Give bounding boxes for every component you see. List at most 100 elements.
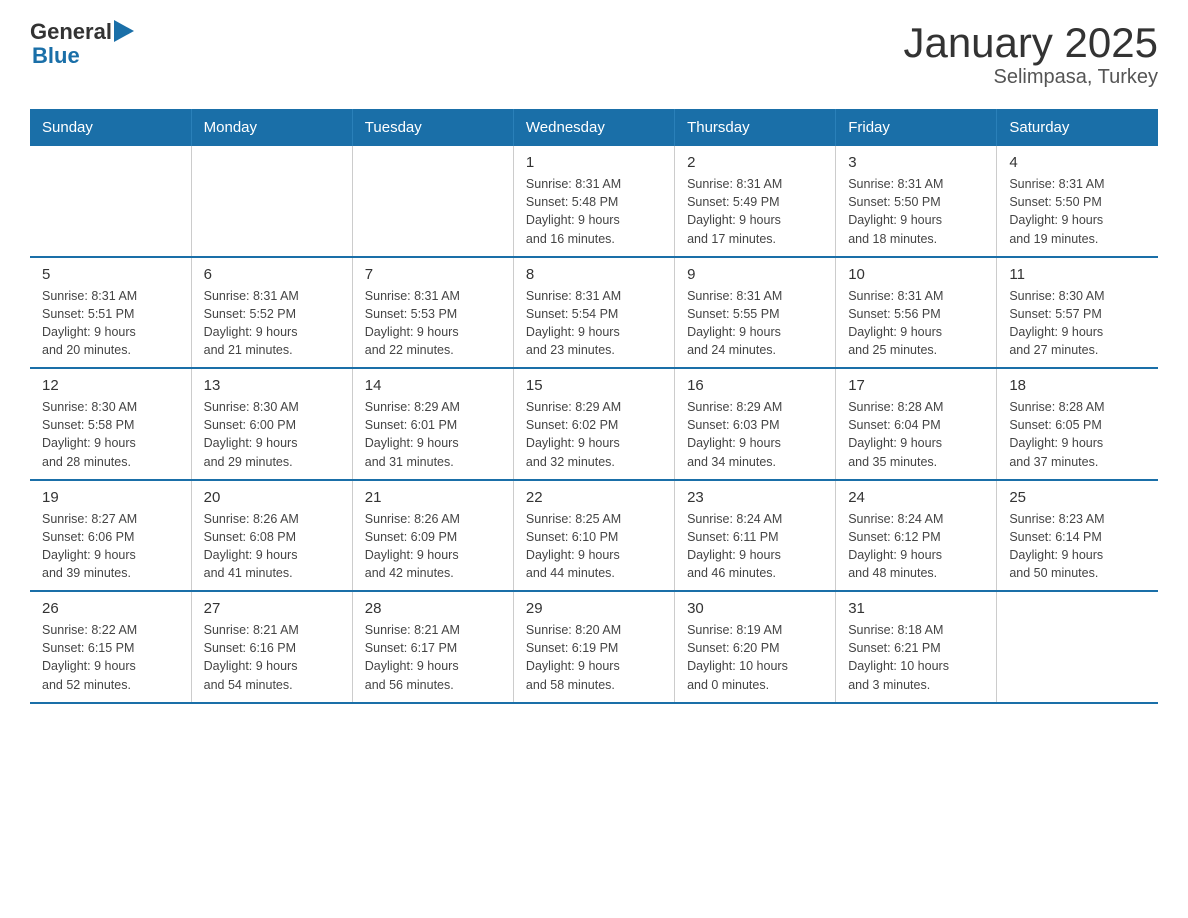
day-number: 23 [687, 489, 823, 506]
column-header-sunday: Sunday [30, 109, 191, 146]
day-number: 22 [526, 489, 662, 506]
calendar-cell: 24 Sunrise: 8:24 AM Sunset: 6:12 PM Dayli… [836, 480, 997, 592]
day-info: Sunrise: 8:31 AM Sunset: 5:50 PM Dayligh… [1009, 175, 1146, 248]
day-info: Sunrise: 8:31 AM Sunset: 5:56 PM Dayligh… [848, 287, 984, 360]
day-info: Sunrise: 8:31 AM Sunset: 5:51 PM Dayligh… [42, 287, 179, 360]
day-number: 9 [687, 266, 823, 283]
calendar-cell: 19 Sunrise: 8:27 AM Sunset: 6:06 PM Dayli… [30, 480, 191, 592]
day-info: Sunrise: 8:30 AM Sunset: 6:00 PM Dayligh… [204, 398, 340, 471]
day-info: Sunrise: 8:23 AM Sunset: 6:14 PM Dayligh… [1009, 510, 1146, 583]
day-info: Sunrise: 8:21 AM Sunset: 6:16 PM Dayligh… [204, 621, 340, 694]
calendar-cell: 10 Sunrise: 8:31 AM Sunset: 5:56 PM Dayli… [836, 257, 997, 369]
logo-blue-text: Blue [30, 44, 134, 68]
calendar-cell: 26 Sunrise: 8:22 AM Sunset: 6:15 PM Dayli… [30, 591, 191, 703]
day-info: Sunrise: 8:26 AM Sunset: 6:08 PM Dayligh… [204, 510, 340, 583]
day-number: 25 [1009, 489, 1146, 506]
calendar-table: SundayMondayTuesdayWednesdayThursdayFrid… [30, 109, 1158, 704]
day-info: Sunrise: 8:21 AM Sunset: 6:17 PM Dayligh… [365, 621, 501, 694]
day-info: Sunrise: 8:28 AM Sunset: 6:04 PM Dayligh… [848, 398, 984, 471]
day-info: Sunrise: 8:30 AM Sunset: 5:57 PM Dayligh… [1009, 287, 1146, 360]
title-block: January 2025 Selimpasa, Turkey [903, 20, 1158, 89]
day-info: Sunrise: 8:29 AM Sunset: 6:01 PM Dayligh… [365, 398, 501, 471]
day-number: 14 [365, 377, 501, 394]
day-number: 31 [848, 600, 984, 617]
column-header-friday: Friday [836, 109, 997, 146]
page-subtitle: Selimpasa, Turkey [903, 66, 1158, 89]
day-info: Sunrise: 8:19 AM Sunset: 6:20 PM Dayligh… [687, 621, 823, 694]
day-info: Sunrise: 8:18 AM Sunset: 6:21 PM Dayligh… [848, 621, 984, 694]
calendar-cell: 2 Sunrise: 8:31 AM Sunset: 5:49 PM Daylig… [675, 146, 836, 257]
day-info: Sunrise: 8:26 AM Sunset: 6:09 PM Dayligh… [365, 510, 501, 583]
calendar-cell: 13 Sunrise: 8:30 AM Sunset: 6:00 PM Dayli… [191, 368, 352, 480]
day-number: 7 [365, 266, 501, 283]
day-number: 4 [1009, 154, 1146, 171]
day-number: 20 [204, 489, 340, 506]
calendar-cell: 29 Sunrise: 8:20 AM Sunset: 6:19 PM Dayli… [513, 591, 674, 703]
calendar-cell: 17 Sunrise: 8:28 AM Sunset: 6:04 PM Dayli… [836, 368, 997, 480]
day-number: 30 [687, 600, 823, 617]
day-number: 26 [42, 600, 179, 617]
column-header-thursday: Thursday [675, 109, 836, 146]
day-number: 5 [42, 266, 179, 283]
day-number: 27 [204, 600, 340, 617]
calendar-cell: 16Sunrise: 8:29 AM Sunset: 6:03 PM Dayli… [675, 368, 836, 480]
day-number: 6 [204, 266, 340, 283]
day-number: 16 [687, 377, 823, 394]
day-number: 1 [526, 154, 662, 171]
day-info: Sunrise: 8:27 AM Sunset: 6:06 PM Dayligh… [42, 510, 179, 583]
column-header-monday: Monday [191, 109, 352, 146]
day-number: 17 [848, 377, 984, 394]
calendar-cell: 15 Sunrise: 8:29 AM Sunset: 6:02 PM Dayli… [513, 368, 674, 480]
day-number: 2 [687, 154, 823, 171]
calendar-cell: 30 Sunrise: 8:19 AM Sunset: 6:20 PM Dayli… [675, 591, 836, 703]
calendar-cell [352, 146, 513, 257]
day-info: Sunrise: 8:31 AM Sunset: 5:50 PM Dayligh… [848, 175, 984, 248]
calendar-cell: 23 Sunrise: 8:24 AM Sunset: 6:11 PM Dayli… [675, 480, 836, 592]
calendar-cell: 20 Sunrise: 8:26 AM Sunset: 6:08 PM Dayli… [191, 480, 352, 592]
calendar-week-row: 1 Sunrise: 8:31 AM Sunset: 5:48 PM Daylig… [30, 146, 1158, 257]
calendar-cell [997, 591, 1158, 703]
calendar-cell: 7 Sunrise: 8:31 AM Sunset: 5:53 PM Daylig… [352, 257, 513, 369]
day-number: 28 [365, 600, 501, 617]
calendar-cell: 27 Sunrise: 8:21 AM Sunset: 6:16 PM Dayli… [191, 591, 352, 703]
page-header: General Blue January 2025 Selimpasa, Tur… [30, 20, 1158, 89]
calendar-cell: 12Sunrise: 8:30 AM Sunset: 5:58 PM Dayli… [30, 368, 191, 480]
day-info: Sunrise: 8:20 AM Sunset: 6:19 PM Dayligh… [526, 621, 662, 694]
day-info: Sunrise: 8:31 AM Sunset: 5:49 PM Dayligh… [687, 175, 823, 248]
calendar-cell: 25 Sunrise: 8:23 AM Sunset: 6:14 PM Dayli… [997, 480, 1158, 592]
calendar-week-row: 19 Sunrise: 8:27 AM Sunset: 6:06 PM Dayli… [30, 480, 1158, 592]
logo-general-text: General [30, 20, 112, 44]
day-info: Sunrise: 8:22 AM Sunset: 6:15 PM Dayligh… [42, 621, 179, 694]
calendar-cell: 28 Sunrise: 8:21 AM Sunset: 6:17 PM Dayli… [352, 591, 513, 703]
column-header-saturday: Saturday [997, 109, 1158, 146]
day-number: 29 [526, 600, 662, 617]
logo: General Blue [30, 20, 134, 68]
day-info: Sunrise: 8:31 AM Sunset: 5:48 PM Dayligh… [526, 175, 662, 248]
calendar-week-row: 26 Sunrise: 8:22 AM Sunset: 6:15 PM Dayli… [30, 591, 1158, 703]
calendar-week-row: 12Sunrise: 8:30 AM Sunset: 5:58 PM Dayli… [30, 368, 1158, 480]
day-number: 13 [204, 377, 340, 394]
day-info: Sunrise: 8:24 AM Sunset: 6:11 PM Dayligh… [687, 510, 823, 583]
day-number: 15 [526, 377, 662, 394]
calendar-cell: 22Sunrise: 8:25 AM Sunset: 6:10 PM Dayli… [513, 480, 674, 592]
calendar-cell: 18 Sunrise: 8:28 AM Sunset: 6:05 PM Dayli… [997, 368, 1158, 480]
day-number: 10 [848, 266, 984, 283]
calendar-cell: 6Sunrise: 8:31 AM Sunset: 5:52 PM Daylig… [191, 257, 352, 369]
day-info: Sunrise: 8:29 AM Sunset: 6:02 PM Dayligh… [526, 398, 662, 471]
day-number: 19 [42, 489, 179, 506]
day-info: Sunrise: 8:24 AM Sunset: 6:12 PM Dayligh… [848, 510, 984, 583]
day-number: 24 [848, 489, 984, 506]
day-info: Sunrise: 8:28 AM Sunset: 6:05 PM Dayligh… [1009, 398, 1146, 471]
calendar-cell: 3Sunrise: 8:31 AM Sunset: 5:50 PM Daylig… [836, 146, 997, 257]
day-info: Sunrise: 8:31 AM Sunset: 5:55 PM Dayligh… [687, 287, 823, 360]
calendar-cell: 11Sunrise: 8:30 AM Sunset: 5:57 PM Dayli… [997, 257, 1158, 369]
calendar-cell: 8Sunrise: 8:31 AM Sunset: 5:54 PM Daylig… [513, 257, 674, 369]
calendar-cell: 4 Sunrise: 8:31 AM Sunset: 5:50 PM Daylig… [997, 146, 1158, 257]
calendar-cell: 9 Sunrise: 8:31 AM Sunset: 5:55 PM Daylig… [675, 257, 836, 369]
day-info: Sunrise: 8:31 AM Sunset: 5:53 PM Dayligh… [365, 287, 501, 360]
page-title: January 2025 [903, 20, 1158, 66]
logo-arrow-icon [114, 20, 134, 42]
day-number: 12 [42, 377, 179, 394]
calendar-cell: 21Sunrise: 8:26 AM Sunset: 6:09 PM Dayli… [352, 480, 513, 592]
day-number: 18 [1009, 377, 1146, 394]
